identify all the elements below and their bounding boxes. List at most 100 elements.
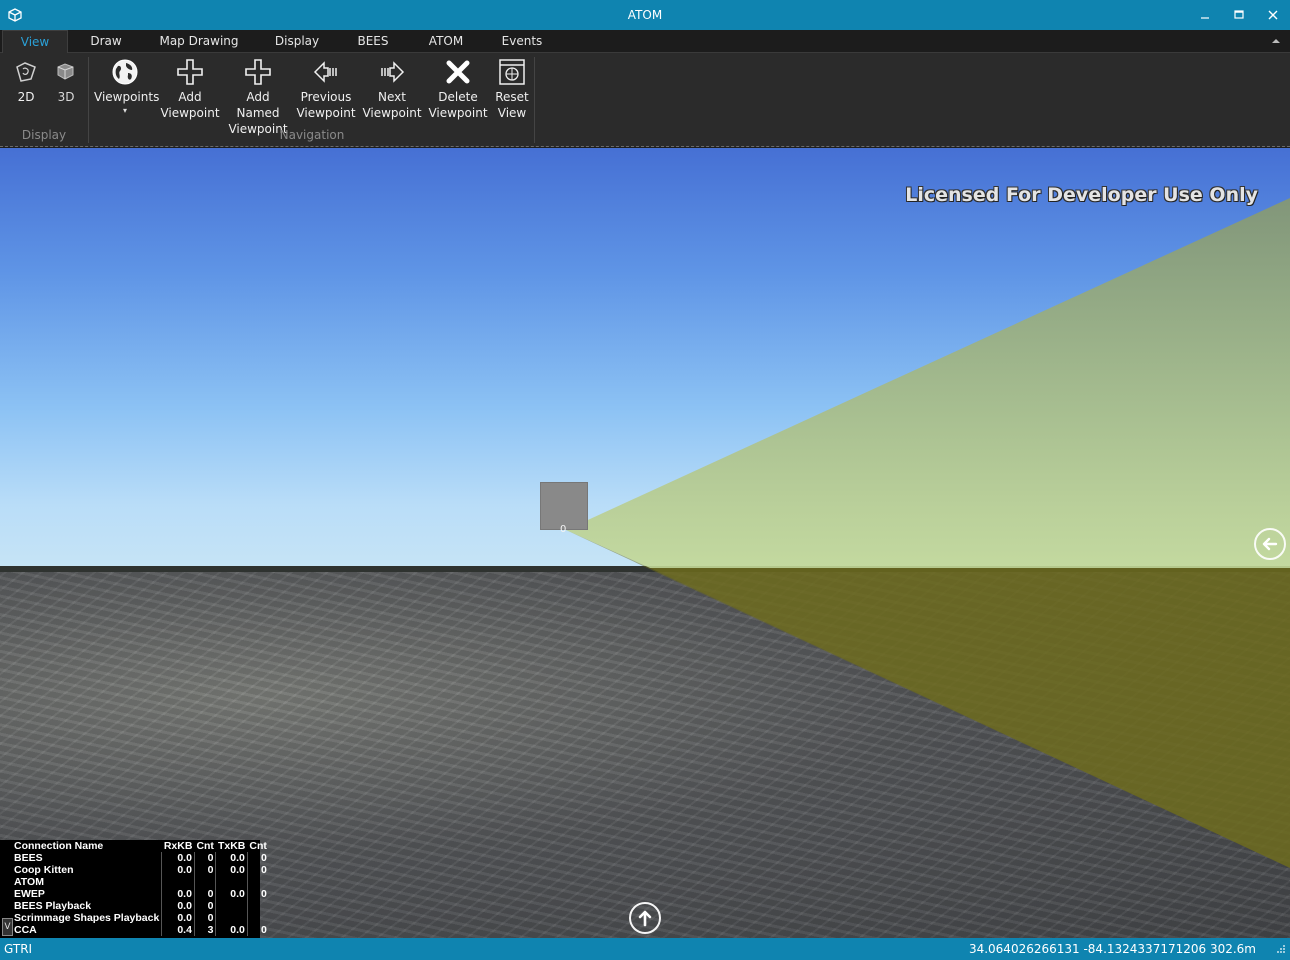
connection-value-cell: 0.0 [161, 888, 195, 900]
connection-value-cell: 0 [246, 888, 269, 900]
tab-draw[interactable]: Draw [80, 30, 132, 53]
pan-right-button[interactable] [1254, 528, 1286, 560]
x-icon [446, 60, 470, 84]
minimize-button[interactable] [1188, 0, 1222, 30]
connection-value-cell: 0.0 [161, 864, 195, 876]
entity-cube[interactable] [540, 482, 588, 530]
add-named-viewpoint-label-1: Add Named [236, 90, 280, 120]
table-row: Scrimmage Shapes Playback 0.0 0 [0, 912, 269, 924]
connection-name-cell: Coop Kitten [14, 864, 74, 876]
reset-view-button[interactable]: Reset View [492, 57, 532, 121]
connection-value-cell: 0 [246, 924, 269, 936]
connection-value-cell [246, 900, 269, 912]
globe-icon [112, 59, 138, 85]
map-2d-icon [16, 62, 36, 82]
previous-viewpoint-label-2: Viewpoint [296, 106, 356, 120]
next-viewpoint-button[interactable]: Next Viewpoint [362, 57, 422, 121]
delete-viewpoint-label-2: Viewpoint [428, 106, 488, 120]
table-row: CCA 0.4 3 0.0 0 [0, 924, 269, 936]
ribbon-tabs: View Draw Map Drawing Display BEES ATOM … [0, 30, 1290, 54]
column-header-tx-cnt: Cnt [249, 840, 267, 852]
table-row: EWEP 0.0 0 0.0 0 [0, 888, 269, 900]
connection-name-cell: EWEP [14, 888, 45, 900]
column-header-txkb: TxKB [217, 840, 246, 852]
view-3d-button[interactable]: 3D [48, 57, 84, 105]
next-viewpoint-label-1: Next [378, 90, 406, 104]
table-row: Coop Kitten 0.0 0 0.0 0 [0, 864, 269, 876]
column-header-rx-cnt: Cnt [196, 840, 214, 852]
connection-value-cell: 0 [193, 852, 216, 864]
table-header-row: Connection Name RxKB Cnt TxKB Cnt [0, 840, 269, 852]
table-row: BEES 0.0 0 0.0 0 [0, 852, 269, 864]
view-3d-label: 3D [57, 90, 75, 104]
connection-value-cell: 0 [193, 864, 216, 876]
connections-table-body: BEES 0.0 0 0.0 0 Coop Kitten 0.0 0 0.0 0 ATOM EWEP 0… [0, 852, 269, 936]
connection-value-cell [215, 912, 248, 924]
tab-bees[interactable]: BEES [350, 30, 396, 53]
connection-value-cell [246, 876, 269, 888]
add-viewpoint-label-2: Viewpoint [160, 106, 220, 120]
previous-viewpoint-label-1: Previous [300, 90, 352, 104]
map-3d-icon [57, 63, 74, 80]
navigation-group-label: Navigation [279, 128, 345, 142]
connection-value-cell: 0.0 [161, 912, 195, 924]
connection-value-cell: 0 [193, 900, 216, 912]
dropdown-arrow-icon: ▾ [122, 106, 127, 115]
add-named-viewpoint-button[interactable]: Add Named Viewpoint [224, 57, 292, 137]
connections-table-panel: Connection Name RxKB Cnt TxKB Cnt BEES 0.… [0, 840, 269, 938]
connection-value-cell: 0.0 [215, 852, 248, 864]
resize-grip-icon[interactable] [1276, 944, 1286, 954]
connection-value-cell [215, 900, 248, 912]
column-header-rxkb: RxKB [163, 840, 193, 852]
plus-icon [245, 59, 271, 85]
map-3d-viewport[interactable]: 0 Licensed For Developer Use Only Connec… [0, 148, 1290, 938]
tab-view[interactable]: View [2, 30, 68, 54]
status-org-label: GTRI [4, 942, 33, 956]
connection-value-cell [161, 876, 195, 888]
collapse-ribbon-icon[interactable] [1270, 35, 1282, 47]
connection-value-cell: 0 [193, 888, 216, 900]
atom-app-window: ATOM View Draw Map Drawing Display BEES … [0, 0, 1290, 960]
add-viewpoint-button[interactable]: Add Viewpoint [160, 57, 220, 121]
viewpoints-dropdown[interactable]: Viewpoints ▾ [94, 57, 160, 117]
viewpoints-label: Viewpoints [94, 90, 160, 104]
close-button[interactable] [1256, 0, 1290, 30]
sensor-cone [566, 198, 1290, 868]
ribbon-panel: 2D 3D Display Viewpoints ▾ Add Viewpoint… [0, 53, 1290, 147]
table-row: BEES Playback 0.0 0 [0, 900, 269, 912]
connections-toggle-button[interactable]: V [2, 918, 13, 936]
status-bar: GTRI 34.064026266131 -84.1324337171206 3… [0, 938, 1290, 960]
connection-value-cell: 0 [246, 864, 269, 876]
maximize-icon [1234, 10, 1244, 19]
tab-atom[interactable]: ATOM [420, 30, 472, 53]
arrow-left-circle-icon [1262, 537, 1278, 551]
tab-display[interactable]: Display [266, 30, 328, 53]
column-header-name: Connection Name [14, 840, 104, 852]
next-viewpoint-label-2: Viewpoint [362, 106, 422, 120]
connection-name-cell: Scrimmage Shapes Playback [14, 912, 160, 924]
ribbon-separator [534, 57, 535, 143]
view-2d-label: 2D [17, 90, 35, 104]
maximize-button[interactable] [1222, 0, 1256, 30]
close-icon [1268, 10, 1278, 20]
reset-view-icon [499, 59, 525, 85]
reset-view-label-2: View [497, 106, 527, 120]
window-title: ATOM [627, 8, 663, 22]
connection-value-cell [193, 876, 216, 888]
connection-value-cell [246, 912, 269, 924]
entity-label: 0 [560, 524, 567, 535]
connection-value-cell: 0.0 [215, 888, 248, 900]
connection-value-cell: 0.0 [215, 924, 248, 936]
delete-viewpoint-button[interactable]: Delete Viewpoint [428, 57, 488, 121]
connection-value-cell: 0.4 [161, 924, 195, 936]
previous-viewpoint-button[interactable]: Previous Viewpoint [296, 57, 356, 121]
pan-forward-button[interactable] [629, 902, 661, 934]
tab-events[interactable]: Events [496, 30, 548, 53]
reset-view-label-1: Reset [495, 90, 529, 104]
arrow-left-icon [313, 61, 337, 83]
connection-name-cell: BEES Playback [14, 900, 92, 912]
tab-map-drawing[interactable]: Map Drawing [150, 30, 248, 53]
connections-table: Connection Name RxKB Cnt TxKB Cnt BEES 0.… [0, 840, 269, 936]
view-2d-button[interactable]: 2D [8, 57, 44, 105]
connection-value-cell: 0 [246, 852, 269, 864]
